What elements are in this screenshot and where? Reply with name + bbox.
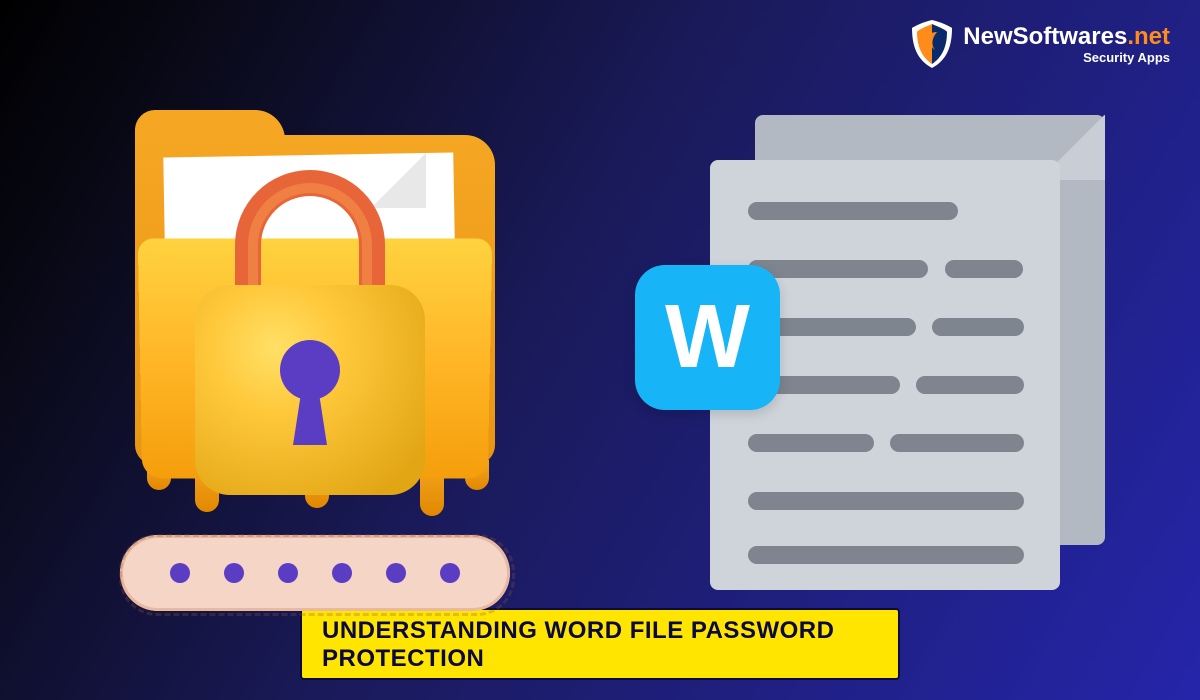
document-text-line	[748, 492, 1024, 510]
document-text-line	[890, 434, 1024, 452]
locked-folder-illustration	[80, 95, 520, 615]
document-text-line	[748, 434, 874, 452]
password-dot-icon	[332, 563, 352, 583]
brand-tagline: Security Apps	[963, 51, 1170, 64]
document-text-line	[748, 546, 1024, 564]
brand-suffix: .net	[1127, 23, 1170, 50]
document-text-line	[945, 260, 1023, 278]
password-dot-icon	[386, 563, 406, 583]
document-text-line	[932, 318, 1024, 336]
password-dot-icon	[224, 563, 244, 583]
document-text-line	[916, 376, 1024, 394]
brand-name: NewSoftwares.net	[963, 25, 1170, 49]
document-text-line	[748, 260, 928, 278]
password-field-illustration	[120, 535, 510, 611]
brand-prefix: NewSoftwares	[963, 23, 1127, 50]
word-document-illustration: W	[675, 115, 1105, 595]
shield-logo-icon	[909, 18, 955, 70]
password-dot-icon	[440, 563, 460, 583]
page-title-caption: UNDERSTANDING WORD FILE PASSWORD PROTECT…	[300, 608, 900, 680]
password-dot-icon	[278, 563, 298, 583]
brand-logo-text: NewSoftwares.net Security Apps	[963, 25, 1170, 64]
brand-logo: NewSoftwares.net Security Apps	[909, 18, 1170, 70]
word-app-letter: W	[665, 286, 750, 389]
document-text-line	[748, 202, 958, 220]
caption-text: UNDERSTANDING WORD FILE PASSWORD PROTECT…	[322, 617, 834, 672]
folder-paper-fold-shape	[371, 153, 426, 208]
word-app-badge: W	[635, 265, 780, 410]
password-dot-icon	[170, 563, 190, 583]
